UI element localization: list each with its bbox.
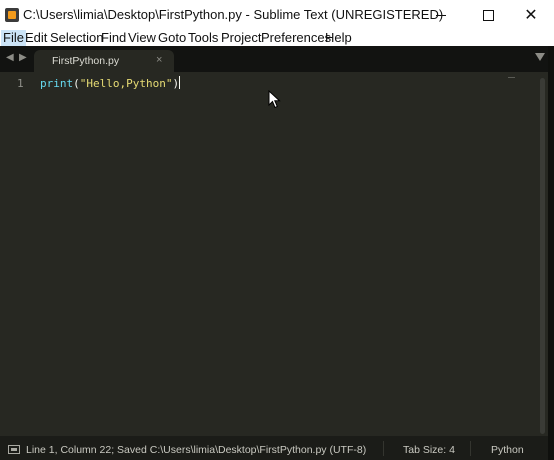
panel-toggle-icon[interactable] xyxy=(8,445,20,454)
tab-firstpython[interactable]: FirstPython.py × xyxy=(34,50,174,72)
sublime-window: C:\Users\limia\Desktop\FirstPython.py - … xyxy=(0,0,554,460)
status-bar: Line 1, Column 22; Saved C:\Users\limia\… xyxy=(0,437,548,460)
text-caret xyxy=(179,76,181,89)
menu-preferences[interactable]: Preferences xyxy=(259,30,333,46)
menu-selection[interactable]: Selection xyxy=(48,30,105,46)
maximize-button[interactable] xyxy=(465,0,511,30)
maximize-icon xyxy=(482,9,494,21)
title-bar[interactable]: C:\Users\limia\Desktop\FirstPython.py - … xyxy=(0,0,554,30)
status-divider xyxy=(470,441,471,456)
status-tab-size[interactable]: Tab Size: 4 xyxy=(403,444,455,456)
status-position: Line 1, Column 22; Saved C:\Users\limia\… xyxy=(26,444,367,456)
code-open-paren: ( xyxy=(73,77,80,90)
menu-edit[interactable]: Edit xyxy=(23,30,49,46)
sublime-app-icon xyxy=(5,8,19,22)
line-number: 1 xyxy=(17,77,24,90)
menu-view[interactable]: View xyxy=(126,30,158,46)
tab-close-icon[interactable]: × xyxy=(156,54,162,66)
tab-label: FirstPython.py xyxy=(52,55,120,67)
close-icon: ✕ xyxy=(524,7,538,24)
code-function-token: print xyxy=(40,77,74,90)
minimize-button[interactable] xyxy=(418,0,464,30)
tab-dropdown-icon[interactable] xyxy=(535,53,545,61)
code-editor[interactable] xyxy=(0,72,554,436)
code-line[interactable]: print("Hello,Python") xyxy=(40,76,181,90)
tab-nav-left-icon[interactable]: ◀ xyxy=(6,52,14,63)
window-edge xyxy=(548,46,554,460)
menu-bar: File Edit Selection Find View Goto Tools… xyxy=(0,30,554,46)
menu-project[interactable]: Project xyxy=(219,30,263,46)
minimap[interactable] xyxy=(508,77,515,78)
code-close-paren: ) xyxy=(172,77,180,90)
minimize-icon xyxy=(436,14,446,16)
mouse-pointer-icon xyxy=(268,90,281,109)
menu-tools[interactable]: Tools xyxy=(186,30,220,46)
window-title: C:\Users\limia\Desktop\FirstPython.py - … xyxy=(23,7,444,22)
close-window-button[interactable]: ✕ xyxy=(508,0,554,30)
vertical-scrollbar[interactable] xyxy=(540,78,545,434)
status-syntax[interactable]: Python xyxy=(491,444,524,456)
menu-find[interactable]: Find xyxy=(99,30,128,46)
menu-help[interactable]: Help xyxy=(323,30,354,46)
menu-goto[interactable]: Goto xyxy=(156,30,188,46)
tab-nav-right-icon[interactable]: ▶ xyxy=(19,52,27,63)
code-string-token: "Hello,Python" xyxy=(79,77,173,90)
status-divider xyxy=(383,441,384,456)
